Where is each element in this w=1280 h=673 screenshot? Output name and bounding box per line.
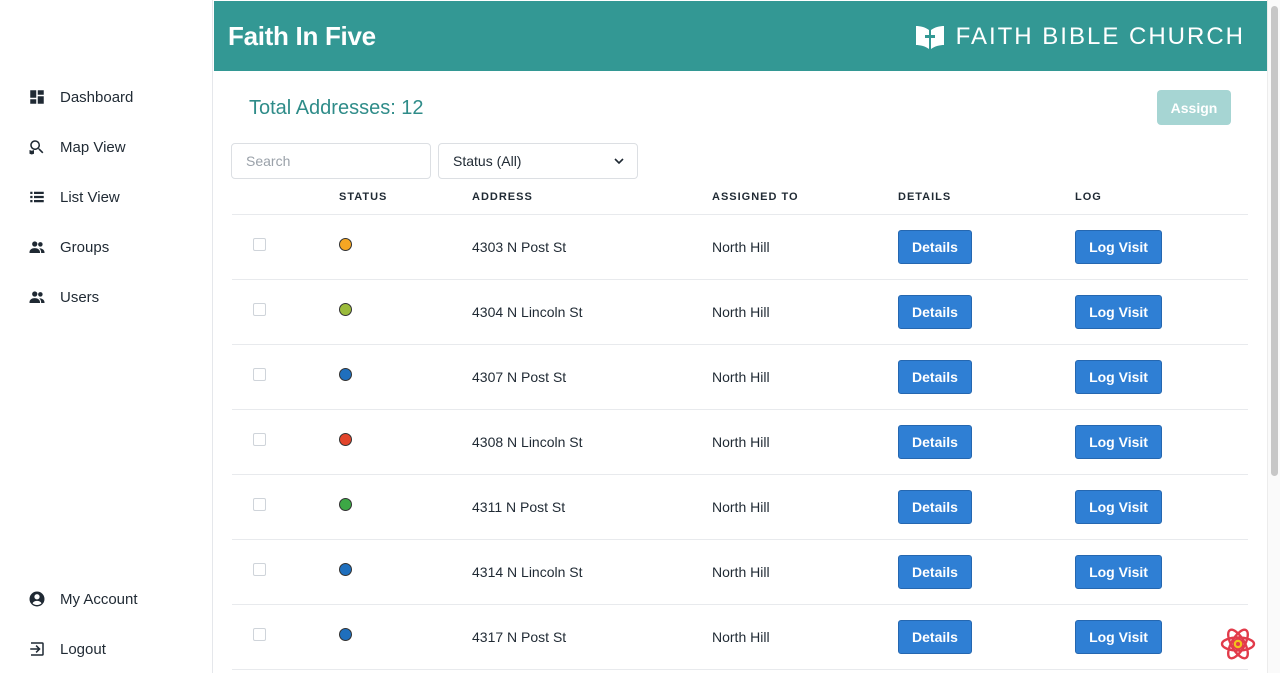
log-visit-button[interactable]: Log Visit <box>1075 490 1162 524</box>
status-dot <box>339 433 352 446</box>
sidebar-item-label: Users <box>60 288 100 306</box>
total-addresses: Total Addresses: 12 <box>249 97 424 119</box>
log-visit-button[interactable]: Log Visit <box>1075 620 1162 654</box>
status-dot <box>339 498 352 511</box>
sidebar-item-label: Logout <box>60 640 106 658</box>
sidebar-item-label: List View <box>60 188 120 206</box>
brand: FAITH BIBLE CHURCH <box>914 21 1245 53</box>
assigned-to-cell: North Hill <box>712 564 770 580</box>
search-input[interactable] <box>231 143 431 179</box>
assigned-to-cell: North Hill <box>712 499 770 515</box>
account-circle-icon <box>28 590 46 608</box>
row-divider <box>232 539 1248 540</box>
status-filter-select[interactable]: Status (All) <box>438 143 638 179</box>
map-search-icon <box>28 138 46 156</box>
sidebar-item-label: Groups <box>60 238 110 256</box>
log-visit-button[interactable]: Log Visit <box>1075 360 1162 394</box>
church-logo-icon <box>914 23 946 51</box>
scrollbar-thumb[interactable] <box>1271 6 1278 476</box>
status-dot <box>339 303 352 316</box>
groups-icon <box>28 238 46 256</box>
log-visit-button[interactable]: Log Visit <box>1075 555 1162 589</box>
address-cell: 4307 N Post St <box>472 369 567 385</box>
page-scrollbar[interactable] <box>1267 0 1280 673</box>
column-header-address: ADDRESS <box>472 191 533 203</box>
row-divider <box>232 474 1248 475</box>
status-dot <box>339 563 352 576</box>
sidebar: Dashboard Map View List View Groups User… <box>0 0 213 673</box>
log-visit-button[interactable]: Log Visit <box>1075 230 1162 264</box>
details-button[interactable]: Details <box>898 555 972 589</box>
status-dot <box>339 238 352 251</box>
status-dot <box>339 628 352 641</box>
sidebar-item-my-account[interactable]: My Account <box>28 587 138 611</box>
address-cell: 4303 N Post St <box>472 239 567 255</box>
sidebar-item-label: My Account <box>60 590 138 608</box>
column-header-status: STATUS <box>339 191 388 203</box>
column-header-details: DETAILS <box>898 191 952 203</box>
row-checkbox[interactable] <box>253 498 266 511</box>
sidebar-item-dashboard[interactable]: Dashboard <box>28 85 133 109</box>
assigned-to-cell: North Hill <box>712 304 770 320</box>
address-cell: 4317 N Post St <box>472 629 567 645</box>
assigned-to-cell: North Hill <box>712 239 770 255</box>
details-button[interactable]: Details <box>898 425 972 459</box>
chevron-down-icon <box>614 158 624 165</box>
row-divider <box>232 409 1248 410</box>
logout-icon <box>28 640 46 658</box>
assigned-to-cell: North Hill <box>712 434 770 450</box>
row-checkbox[interactable] <box>253 238 266 251</box>
details-button[interactable]: Details <box>898 360 972 394</box>
address-cell: 4311 N Post St <box>472 499 566 515</box>
sidebar-item-map-view[interactable]: Map View <box>28 135 126 159</box>
sidebar-item-groups[interactable]: Groups <box>28 235 109 259</box>
address-cell: 4308 N Lincoln St <box>472 434 583 450</box>
list-icon <box>28 188 46 206</box>
address-cell: 4304 N Lincoln St <box>472 304 583 320</box>
sidebar-item-label: Map View <box>60 138 126 156</box>
brand-name: FAITH BIBLE CHURCH <box>955 23 1245 50</box>
app-title: Faith In Five <box>228 21 376 51</box>
status-dot <box>339 368 352 381</box>
assign-button[interactable]: Assign <box>1157 90 1231 125</box>
status-filter-value: Status (All) <box>453 153 522 169</box>
sidebar-item-label: Dashboard <box>60 88 134 106</box>
details-button[interactable]: Details <box>898 295 972 329</box>
top-header: Faith In Five FAITH BIBLE CHURCH <box>214 1 1267 71</box>
assigned-to-cell: North Hill <box>712 629 770 645</box>
details-button[interactable]: Details <box>898 620 972 654</box>
table-header-divider <box>232 214 1248 215</box>
log-visit-button[interactable]: Log Visit <box>1075 425 1162 459</box>
column-header-assigned-to: ASSIGNED TO <box>712 191 799 203</box>
sidebar-item-users[interactable]: Users <box>28 285 99 309</box>
users-icon <box>28 288 46 306</box>
app-root: Dashboard Map View List View Groups User… <box>0 0 1280 673</box>
row-divider <box>232 279 1248 280</box>
details-button[interactable]: Details <box>898 230 972 264</box>
column-header-log: LOG <box>1075 191 1102 203</box>
react-devtools-icon[interactable] <box>1220 626 1256 662</box>
sidebar-item-logout[interactable]: Logout <box>28 637 106 661</box>
assigned-to-cell: North Hill <box>712 369 770 385</box>
row-checkbox[interactable] <box>253 433 266 446</box>
row-divider <box>232 669 1248 670</box>
row-divider <box>232 344 1248 345</box>
log-visit-button[interactable]: Log Visit <box>1075 295 1162 329</box>
row-checkbox[interactable] <box>253 563 266 576</box>
details-button[interactable]: Details <box>898 490 972 524</box>
dashboard-icon <box>28 88 46 106</box>
row-divider <box>232 604 1248 605</box>
address-cell: 4314 N Lincoln St <box>472 564 583 580</box>
row-checkbox[interactable] <box>253 368 266 381</box>
sidebar-item-list-view[interactable]: List View <box>28 185 120 209</box>
row-checkbox[interactable] <box>253 303 266 316</box>
row-checkbox[interactable] <box>253 628 266 641</box>
